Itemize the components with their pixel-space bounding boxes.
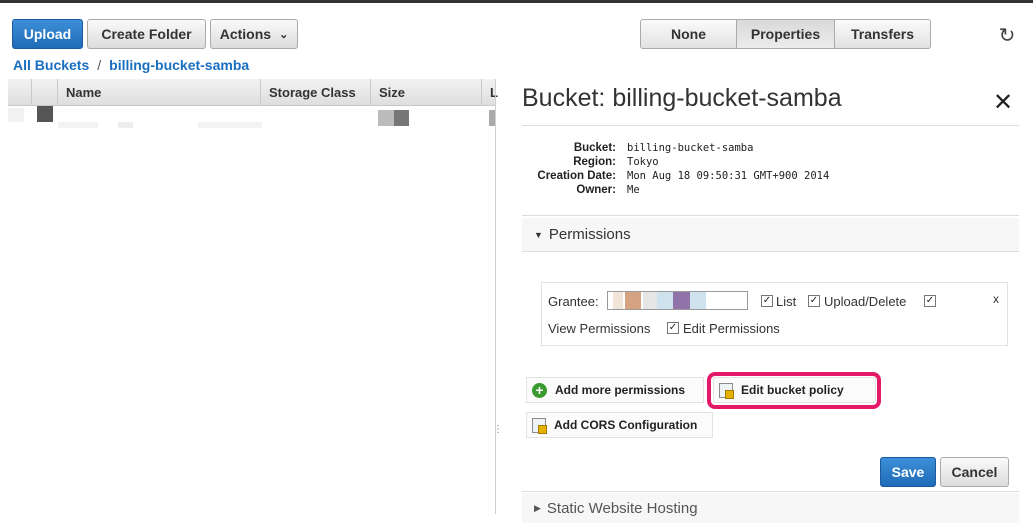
column-name[interactable]: Name [58,79,261,106]
redacted-block [394,110,409,126]
info-value-owner: Me [627,184,640,196]
upload-delete-label: Upload/Delete [824,294,907,309]
icon-column [32,79,58,106]
add-cors-label: Add CORS Configuration [554,418,698,432]
redacted-block [118,122,133,128]
chevron-down-icon: ⌄ [279,28,289,41]
remove-grantee-icon[interactable]: x [993,292,999,306]
table-row[interactable] [8,106,496,130]
permissions-title: Permissions [548,226,631,243]
save-button[interactable]: Save [880,457,936,487]
cancel-button[interactable]: Cancel [940,457,1009,487]
cors-document-icon [532,417,547,434]
caret-right-icon: ▶ [534,502,541,513]
redacted-block [673,292,690,309]
redacted-block [690,292,706,309]
column-storage-class[interactable]: Storage Class [261,79,371,106]
redacted-block [8,108,24,122]
static-website-hosting-header[interactable]: ▶ Static Website Hosting [522,493,1019,523]
redacted-block [198,122,262,128]
list-label: List [776,294,797,309]
divider [522,491,1019,492]
info-label-owner: Owner: [576,184,616,196]
info-value-creation-date: Mon Aug 18 09:50:31 GMT+900 2014 [627,170,830,182]
breadcrumb: All Buckets / billing-bucket-samba [13,57,249,73]
grantee-input[interactable] [607,291,748,310]
info-value-bucket: billing-bucket-samba [627,142,754,154]
grantee-label: Grantee: [548,294,599,309]
upload-button[interactable]: Upload [12,19,83,49]
divider [522,125,1019,126]
edit-permissions-checkbox[interactable]: ✓ [667,322,679,334]
list-checkbox[interactable]: ✓ [761,295,773,307]
select-column[interactable] [8,79,32,106]
refresh-icon[interactable]: ↻ [996,24,1018,47]
info-label-creation-date: Creation Date: [537,170,616,182]
redacted-block [625,292,641,309]
actions-dropdown[interactable]: Actions ⌄ [210,19,298,49]
redacted-block [58,122,98,128]
breadcrumb-separator: / [97,57,102,73]
column-size[interactable]: Size [371,79,482,106]
add-icon: + [532,382,547,398]
redacted-block [643,292,657,309]
panel-splitter[interactable] [495,79,496,514]
info-label-bucket: Bucket: [573,142,616,154]
drag-handle-icon[interactable]: ⋮ [493,424,503,435]
window-top-border [0,0,1033,3]
redacted-block [613,292,623,309]
redacted-block [657,292,673,309]
panel-title: Bucket: billing-bucket-samba [522,84,842,112]
actions-label: Actions [219,26,272,42]
close-icon[interactable]: ✕ [993,88,1013,117]
permissions-section-header[interactable]: ▼ Permissions [522,218,1019,251]
grantee-row: Grantee: ✓ List ✓ Upload/Delete ✓ x View… [541,282,1008,346]
upload-delete-checkbox[interactable]: ✓ [808,295,820,307]
divider [522,251,1019,252]
view-permissions-checkbox[interactable]: ✓ [924,295,936,307]
objects-table-header: Name Storage Class Size L [8,79,498,106]
tab-transfers[interactable]: Transfers [834,19,931,49]
breadcrumb-all-buckets[interactable]: All Buckets [13,57,89,73]
add-more-permissions-button[interactable]: + Add more permissions [526,377,704,403]
column-last-modified[interactable]: L [482,79,498,106]
redacted-block [378,110,394,126]
view-permissions-label: View Permissions [548,321,651,336]
add-more-permissions-label: Add more permissions [555,383,686,397]
tab-properties[interactable]: Properties [736,19,835,49]
tab-none[interactable]: None [640,19,737,49]
edit-permissions-label: Edit Permissions [683,321,780,336]
divider [522,215,1019,216]
breadcrumb-current-bucket[interactable]: billing-bucket-samba [109,57,249,73]
info-value-region: Tokyo [627,156,659,168]
info-label-region: Region: [573,156,616,168]
redacted-block [37,106,53,122]
create-folder-button[interactable]: Create Folder [87,19,206,49]
bucket-info-values: billing-bucket-samba Tokyo Mon Aug 18 09… [627,141,829,197]
add-cors-configuration-button[interactable]: Add CORS Configuration [526,412,713,438]
caret-down-icon: ▼ [534,229,543,240]
annotation-highlight [707,372,881,409]
bucket-info-labels: Bucket: Region: Creation Date: Owner: [522,141,616,197]
